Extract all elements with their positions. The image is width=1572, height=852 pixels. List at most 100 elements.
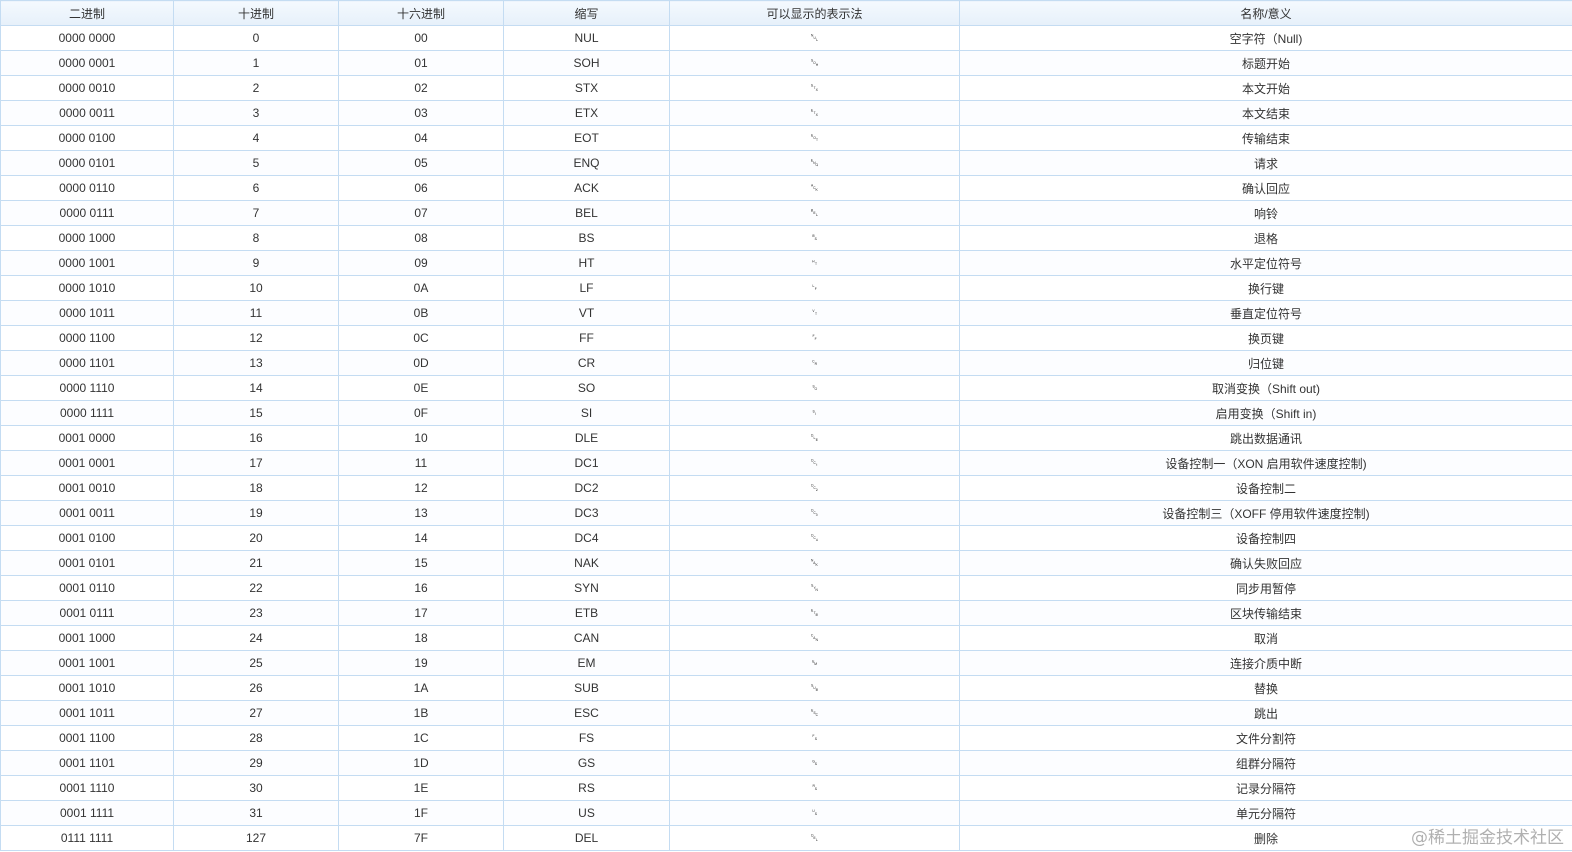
hex-cell: 07 bbox=[338, 200, 504, 226]
table-row: 0001 0011 19 13 DC3 ␓ 设备控制三（XOFF 停用软件速度控制) bbox=[0, 500, 1572, 526]
display-glyph-cell: ␉ bbox=[669, 250, 960, 276]
meaning-cell: 归位键 bbox=[959, 350, 1572, 376]
display-glyph-cell: ␋ bbox=[669, 300, 960, 326]
decimal-cell: 29 bbox=[173, 750, 339, 776]
decimal-cell: 21 bbox=[173, 550, 339, 576]
hex-cell: 06 bbox=[338, 175, 504, 201]
meaning-cell: 换页键 bbox=[959, 325, 1572, 351]
binary-cell: 0000 1000 bbox=[0, 225, 174, 251]
meaning-cell: 跳出 bbox=[959, 700, 1572, 726]
decimal-cell: 23 bbox=[173, 600, 339, 626]
meaning-cell: 标题开始 bbox=[959, 50, 1572, 76]
table-row: 0001 0110 22 16 SYN ␖ 同步用暂停 bbox=[0, 575, 1572, 601]
abbreviation-cell: ETB bbox=[503, 600, 670, 626]
table-row: 0001 1110 30 1E RS ␞ 记录分隔符 bbox=[0, 775, 1572, 801]
binary-cell: 0000 1110 bbox=[0, 375, 174, 401]
table-row: 0000 0100 4 04 EOT ␄ 传输结束 bbox=[0, 125, 1572, 151]
meaning-cell: 换行键 bbox=[959, 275, 1572, 301]
meaning-cell: 设备控制四 bbox=[959, 525, 1572, 551]
binary-cell: 0001 0011 bbox=[0, 500, 174, 526]
hex-cell: 1C bbox=[338, 725, 504, 751]
binary-cell: 0000 0111 bbox=[0, 200, 174, 226]
binary-cell: 0001 0100 bbox=[0, 525, 174, 551]
meaning-cell: 同步用暂停 bbox=[959, 575, 1572, 601]
abbreviation-cell: SI bbox=[503, 400, 670, 426]
binary-cell: 0001 0000 bbox=[0, 425, 174, 451]
display-glyph-cell: ␜ bbox=[669, 725, 960, 751]
meaning-cell: 启用变换（Shift in) bbox=[959, 400, 1572, 426]
meaning-cell: 本文结束 bbox=[959, 100, 1572, 126]
table-row: 0000 0000 0 00 NUL ␀ 空字符（Null) bbox=[0, 25, 1572, 51]
decimal-cell: 30 bbox=[173, 775, 339, 801]
abbreviation-cell: DEL bbox=[503, 825, 670, 851]
abbreviation-cell: SUB bbox=[503, 675, 670, 701]
decimal-cell: 28 bbox=[173, 725, 339, 751]
display-glyph-cell: ␄ bbox=[669, 125, 960, 151]
watermark: @稀土掘金技术社区 bbox=[1411, 828, 1564, 848]
meaning-cell: 设备控制三（XOFF 停用软件速度控制) bbox=[959, 500, 1572, 526]
abbreviation-cell: FF bbox=[503, 325, 670, 351]
table-row: 0001 1100 28 1C FS ␜ 文件分割符 bbox=[0, 725, 1572, 751]
decimal-cell: 10 bbox=[173, 275, 339, 301]
header-binary: 二进制 bbox=[0, 0, 174, 26]
hex-cell: 0C bbox=[338, 325, 504, 351]
decimal-cell: 18 bbox=[173, 475, 339, 501]
table-row: 0001 0000 16 10 DLE ␐ 跳出数据通讯 bbox=[0, 425, 1572, 451]
display-glyph-cell: ␃ bbox=[669, 100, 960, 126]
table-row: 0000 0110 6 06 ACK ␆ 确认回应 bbox=[0, 175, 1572, 201]
abbreviation-cell: CAN bbox=[503, 625, 670, 651]
hex-cell: 7F bbox=[338, 825, 504, 851]
abbreviation-cell: STX bbox=[503, 75, 670, 101]
hex-cell: 04 bbox=[338, 125, 504, 151]
abbreviation-cell: EOT bbox=[503, 125, 670, 151]
binary-cell: 0001 1111 bbox=[0, 800, 174, 826]
abbreviation-cell: DC3 bbox=[503, 500, 670, 526]
meaning-cell: 本文开始 bbox=[959, 75, 1572, 101]
binary-cell: 0001 1011 bbox=[0, 700, 174, 726]
meaning-cell: 请求 bbox=[959, 150, 1572, 176]
binary-cell: 0000 1101 bbox=[0, 350, 174, 376]
meaning-cell: 确认回应 bbox=[959, 175, 1572, 201]
meaning-cell: 记录分隔符 bbox=[959, 775, 1572, 801]
binary-cell: 0000 0101 bbox=[0, 150, 174, 176]
meaning-cell: 确认失败回应 bbox=[959, 550, 1572, 576]
header-abbreviation: 缩写 bbox=[503, 0, 670, 26]
binary-cell: 0001 1000 bbox=[0, 625, 174, 651]
display-glyph-cell: ␇ bbox=[669, 200, 960, 226]
meaning-cell: 垂直定位符号 bbox=[959, 300, 1572, 326]
decimal-cell: 0 bbox=[173, 25, 339, 51]
decimal-cell: 20 bbox=[173, 525, 339, 551]
table-row: 0000 0001 1 01 SOH ␁ 标题开始 bbox=[0, 50, 1572, 76]
decimal-cell: 6 bbox=[173, 175, 339, 201]
abbreviation-cell: DC4 bbox=[503, 525, 670, 551]
table-row: 0001 0010 18 12 DC2 ␒ 设备控制二 bbox=[0, 475, 1572, 501]
table-row: 0001 1101 29 1D GS ␝ 组群分隔符 bbox=[0, 750, 1572, 776]
decimal-cell: 31 bbox=[173, 800, 339, 826]
hex-cell: 02 bbox=[338, 75, 504, 101]
abbreviation-cell: EM bbox=[503, 650, 670, 676]
hex-cell: 15 bbox=[338, 550, 504, 576]
table-header-row: 二进制 十进制 十六进制 缩写 可以显示的表示法 名称/意义 bbox=[0, 0, 1572, 26]
hex-cell: 00 bbox=[338, 25, 504, 51]
table-row: 0000 0010 2 02 STX ␂ 本文开始 bbox=[0, 75, 1572, 101]
abbreviation-cell: ESC bbox=[503, 700, 670, 726]
abbreviation-cell: SYN bbox=[503, 575, 670, 601]
binary-cell: 0000 1111 bbox=[0, 400, 174, 426]
decimal-cell: 8 bbox=[173, 225, 339, 251]
display-glyph-cell: ␓ bbox=[669, 500, 960, 526]
display-glyph-cell: ␗ bbox=[669, 600, 960, 626]
table-row: 0001 1000 24 18 CAN ␘ 取消 bbox=[0, 625, 1572, 651]
display-glyph-cell: ␐ bbox=[669, 425, 960, 451]
binary-cell: 0001 0111 bbox=[0, 600, 174, 626]
binary-cell: 0000 0011 bbox=[0, 100, 174, 126]
table-row: 0000 1110 14 0E SO ␎ 取消变换（Shift out) bbox=[0, 375, 1572, 401]
display-glyph-cell: ␊ bbox=[669, 275, 960, 301]
hex-cell: 08 bbox=[338, 225, 504, 251]
decimal-cell: 14 bbox=[173, 375, 339, 401]
abbreviation-cell: SOH bbox=[503, 50, 670, 76]
abbreviation-cell: ETX bbox=[503, 100, 670, 126]
display-glyph-cell: ␍ bbox=[669, 350, 960, 376]
hex-cell: 09 bbox=[338, 250, 504, 276]
decimal-cell: 19 bbox=[173, 500, 339, 526]
abbreviation-cell: BEL bbox=[503, 200, 670, 226]
